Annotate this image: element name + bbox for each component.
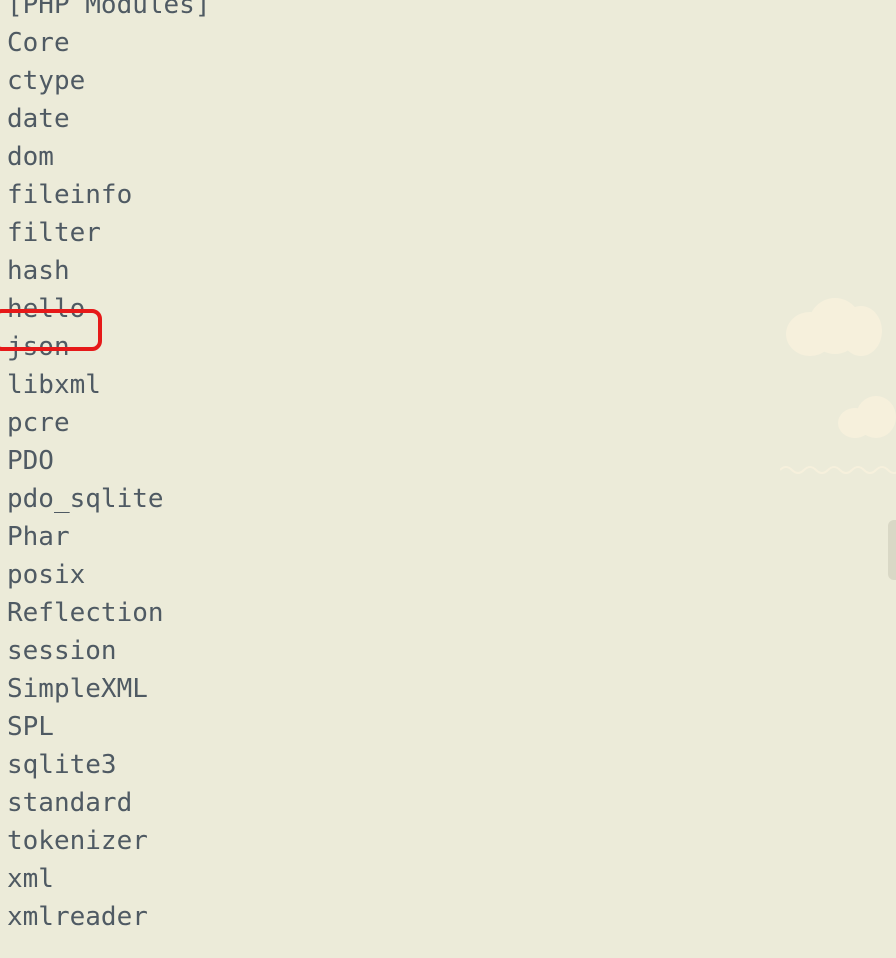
module-line: posix [7,560,86,590]
module-line: Phar [7,522,70,552]
module-line: hash [7,256,70,286]
highlight-annotation-box [0,309,102,351]
module-line: date [7,104,70,134]
php-modules-output: [PHP Modules] Core ctype date dom filein… [7,0,211,936]
edge-decoration [888,520,896,580]
module-line: xmlreader [7,902,148,932]
module-line: Reflection [7,598,164,628]
module-line: dom [7,142,54,172]
module-line: session [7,636,117,666]
module-line: Core [7,28,70,58]
module-line: PDO [7,446,54,476]
module-line: fileinfo [7,180,133,210]
module-line: SimpleXML [7,674,148,704]
module-line: xml [7,864,54,894]
module-line: pdo_sqlite [7,484,164,514]
module-line: libxml [7,370,101,400]
module-line: standard [7,788,133,818]
module-line: pcre [7,408,70,438]
module-line: filter [7,218,101,248]
module-line: ctype [7,66,86,96]
section-header: [PHP Modules] [7,0,211,20]
module-line: SPL [7,712,54,742]
module-line: tokenizer [7,826,148,856]
module-line: sqlite3 [7,750,117,780]
wave-decoration [780,466,896,474]
terminal-window[interactable]: [PHP Modules] Core ctype date dom filein… [0,0,896,958]
